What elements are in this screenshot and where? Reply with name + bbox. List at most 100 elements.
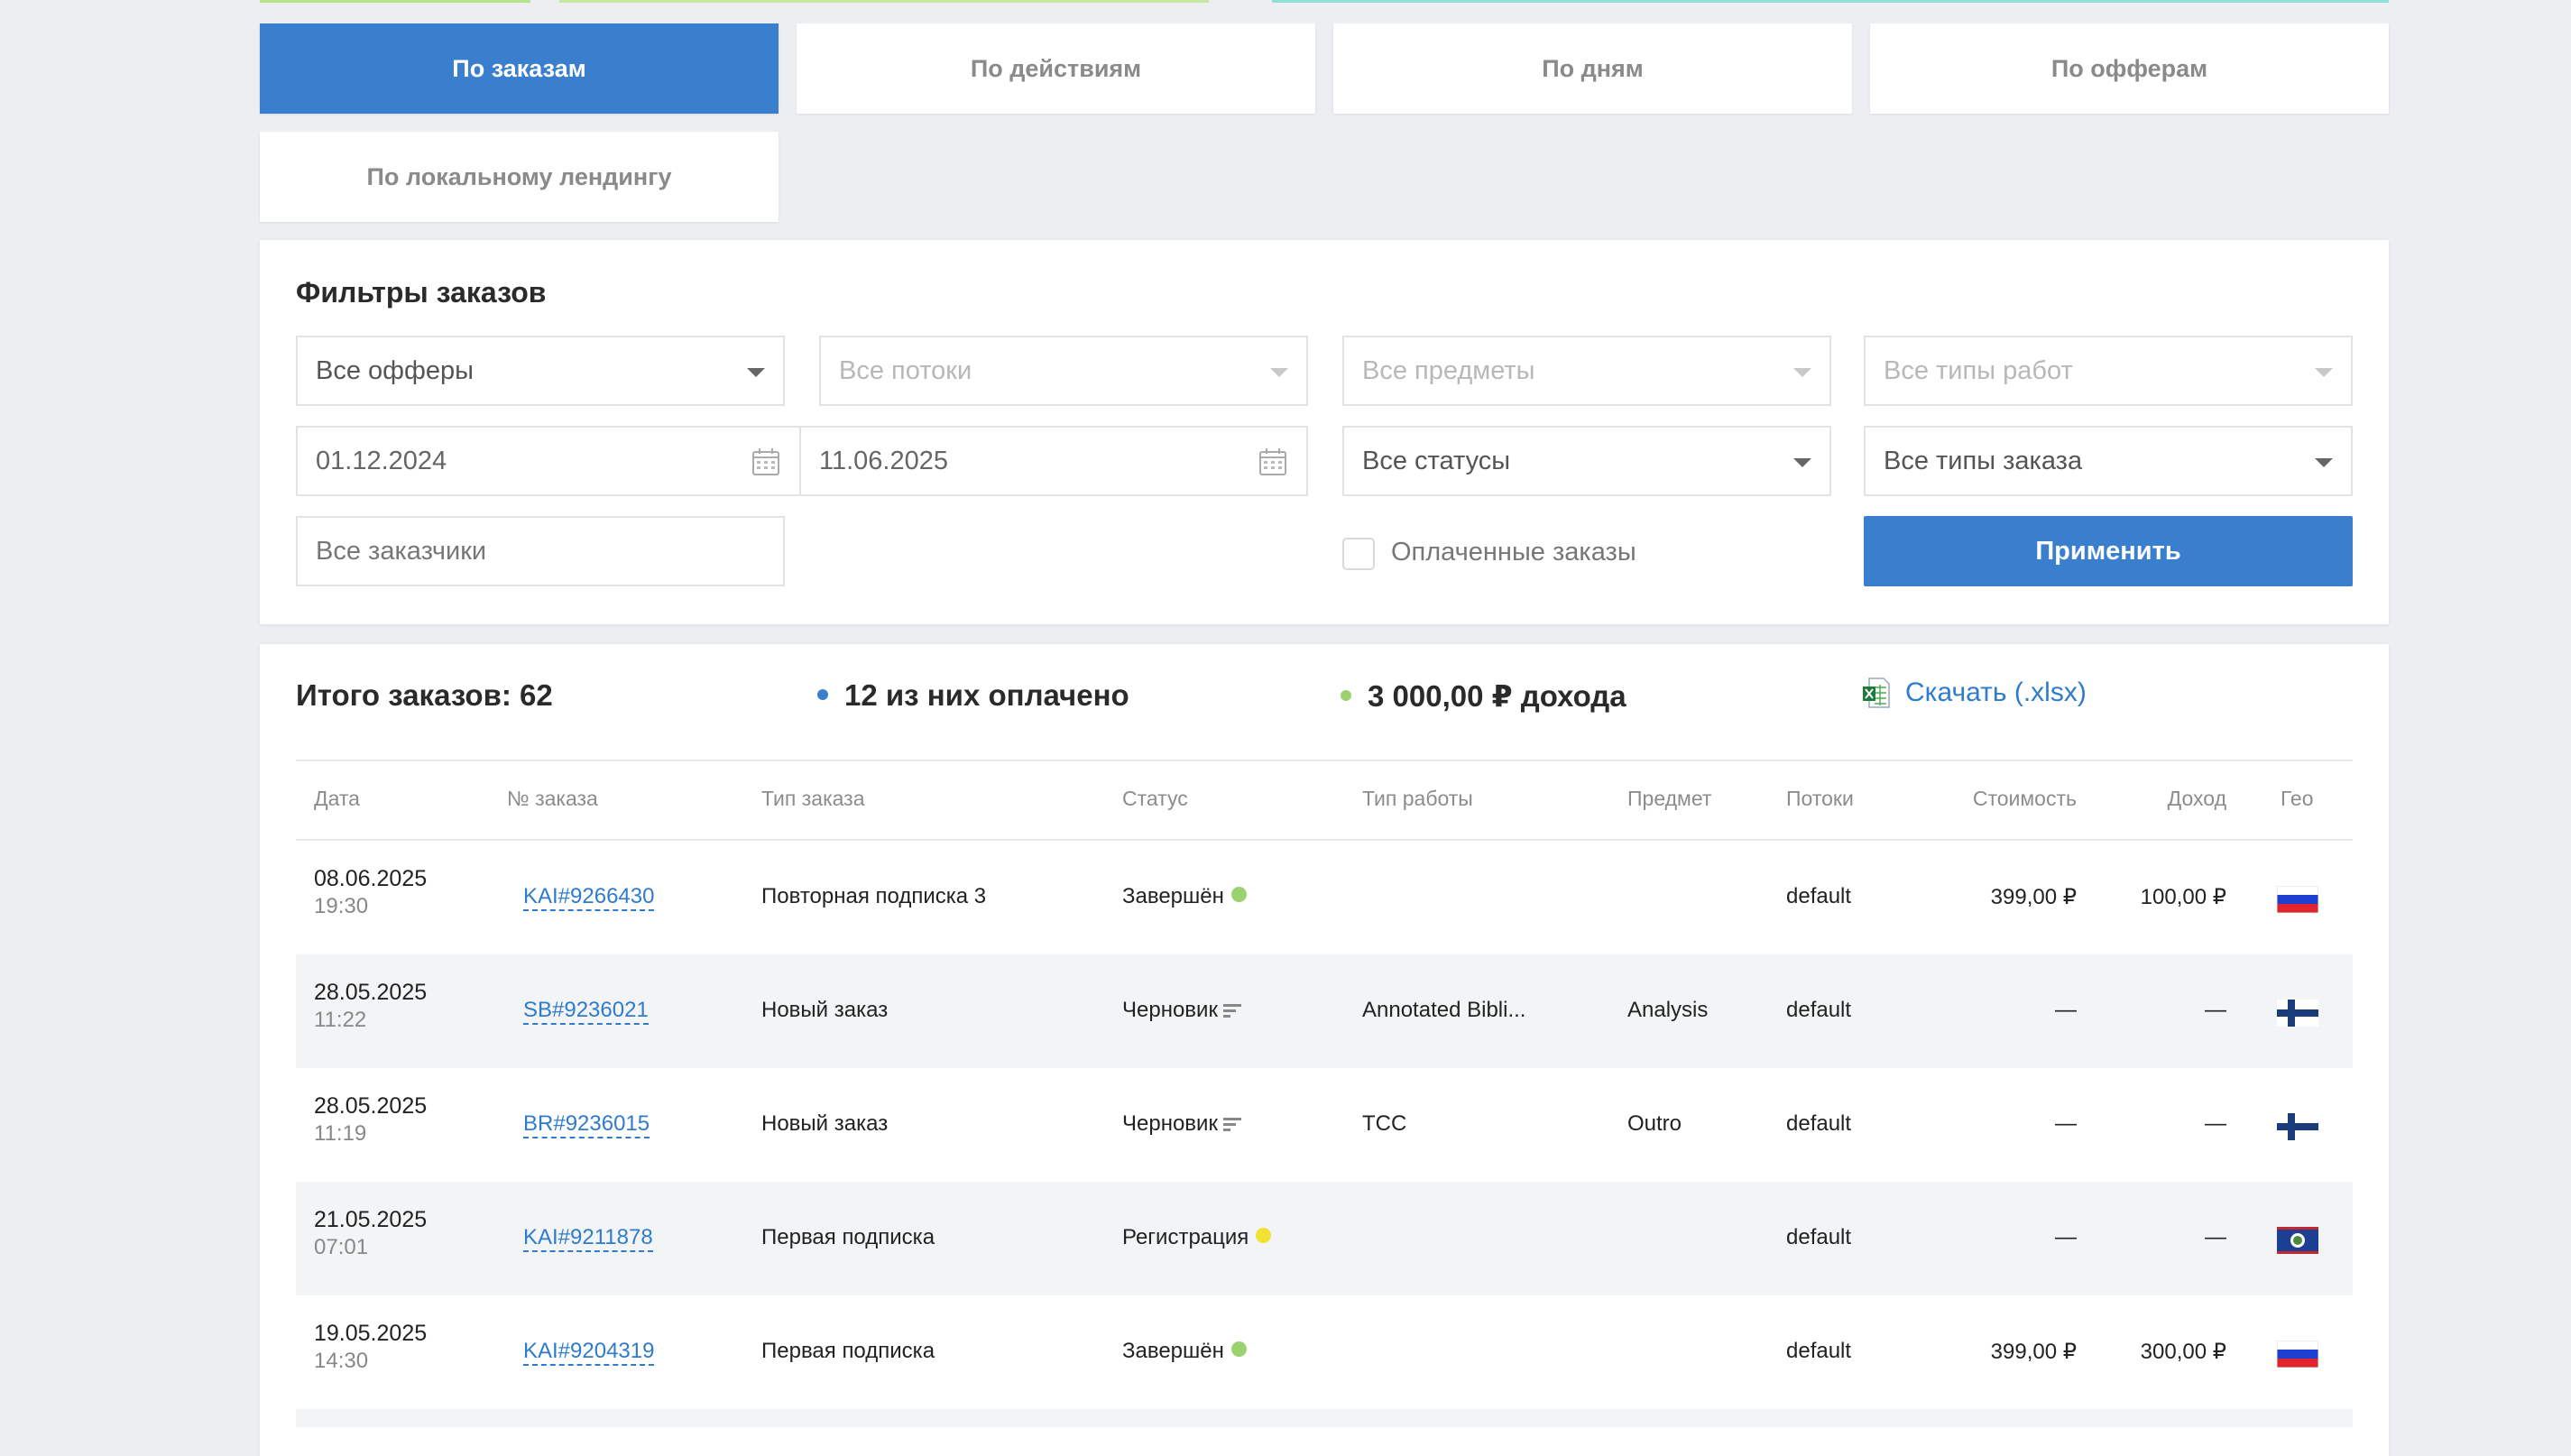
row-order-cell: KAI#9211878 — [523, 1225, 653, 1252]
order-types-select-value: Все типы заказа — [1884, 446, 2083, 475]
row-status: Регистрация — [1122, 1225, 1272, 1250]
apply-button[interactable]: Применить — [1864, 516, 2353, 586]
row-order-cell: BR#9236015 — [523, 1111, 650, 1138]
calendar-icon[interactable] — [1258, 447, 1288, 477]
calendar-icon[interactable] — [751, 447, 781, 477]
top-bar-segment — [1272, 0, 2389, 3]
row-cost: 399,00 ₽ — [1990, 1340, 2077, 1364]
row-income: — — [2205, 1225, 2226, 1249]
table-row[interactable]: 28.05.2025 11:19 BR#9236015 Новый заказ Ч… — [296, 1068, 2353, 1182]
statuses-select[interactable]: Все статусы — [1342, 426, 1831, 496]
row-stream: default — [1786, 884, 1852, 908]
income-dot-icon — [1341, 690, 1351, 702]
col-subject[interactable]: Предмет — [1627, 787, 1711, 811]
row-order-type: Новый заказ — [761, 1111, 889, 1136]
order-number-link[interactable]: BR#9236015 — [523, 1111, 650, 1138]
paid-orders-summary: 12 из них оплачено — [817, 678, 1129, 713]
row-status-text: Регистрация — [1122, 1225, 1249, 1249]
row-date-time: 19:30 — [314, 894, 369, 918]
table-row[interactable]: 21.05.2025 07:01 KAI#9211878 Первая подпи… — [296, 1182, 2353, 1295]
chevron-down-icon — [1793, 458, 1811, 467]
row-status: Черновик — [1122, 1111, 1241, 1137]
table-row[interactable] — [296, 1409, 2353, 1427]
row-date-time: 14:30 — [314, 1349, 369, 1373]
yellow-dot-icon — [1256, 1228, 1272, 1244]
chevron-down-icon — [2315, 368, 2333, 377]
tab-by-local-landing[interactable]: По локальному лендингу — [260, 132, 779, 222]
col-order-number[interactable]: № заказа — [507, 787, 598, 811]
offers-select[interactable]: Все офферы — [296, 336, 785, 406]
streams-select-value: Все потоки — [839, 355, 972, 385]
row-cost: — — [2055, 1111, 2077, 1136]
tab-by-offers[interactable]: По офферам — [1870, 23, 2389, 114]
green-dot-icon — [1230, 887, 1247, 903]
col-streams[interactable]: Потоки — [1786, 787, 1854, 811]
total-orders: Итого заказов: 62 — [296, 678, 553, 712]
customers-input[interactable]: Все заказчики — [296, 516, 785, 586]
table-row[interactable]: 19.05.2025 14:30 KAI#9204319 Первая подпи… — [296, 1295, 2353, 1409]
row-date: 28.05.2025 11:22 — [314, 980, 427, 1033]
col-income[interactable]: Доход — [2168, 787, 2226, 811]
row-date: 21.05.2025 07:01 — [314, 1207, 427, 1260]
col-date[interactable]: Дата — [314, 787, 360, 811]
row-cost: 399,00 ₽ — [1990, 885, 2077, 909]
subjects-select-value: Все предметы — [1362, 355, 1535, 385]
row-date-time: 11:19 — [314, 1121, 367, 1146]
work-types-select[interactable]: Все типы работ — [1864, 336, 2353, 406]
row-date: 08.06.2025 19:30 — [314, 866, 427, 919]
row-date-day: 19.05.2025 — [314, 1321, 428, 1346]
order-types-select[interactable]: Все типы заказа — [1864, 426, 2353, 496]
col-status[interactable]: Статус — [1122, 787, 1188, 811]
row-income: 100,00 ₽ — [2140, 885, 2226, 909]
row-stream: default — [1786, 1225, 1852, 1249]
table-row[interactable]: 28.05.2025 11:22 SB#9236021 Новый заказ Ч… — [296, 954, 2353, 1068]
paid-orders-label[interactable]: Оплаченные заказы — [1391, 538, 1636, 567]
row-status-text: Черновик — [1122, 1111, 1218, 1136]
date-from-input[interactable]: 01.12.2024 — [296, 426, 801, 496]
order-number-link[interactable]: KAI#9266430 — [523, 884, 655, 911]
row-cost: — — [2055, 1225, 2077, 1249]
col-order-type[interactable]: Тип заказа — [761, 787, 865, 811]
chevron-down-icon — [2315, 458, 2333, 467]
fi-flag-icon — [2277, 1000, 2318, 1027]
date-to-input[interactable]: 11.06.2025 — [799, 426, 1308, 496]
row-date-time: 11:22 — [314, 1008, 367, 1032]
paid-orders-checkbox[interactable] — [1342, 538, 1375, 570]
order-number-link[interactable]: KAI#9204319 — [523, 1339, 655, 1366]
tab-by-days[interactable]: По дням — [1333, 23, 1852, 114]
date-to-value: 11.06.2025 — [819, 446, 948, 475]
row-work-type: Annotated Bibli... — [1362, 998, 1526, 1022]
col-geo[interactable]: Гео — [2281, 787, 2314, 811]
customers-input-value: Все заказчики — [316, 536, 487, 566]
row-order-cell: KAI#9204319 — [523, 1339, 655, 1366]
top-progress-bars — [260, 0, 2389, 4]
orders-results-panel: Итого заказов: 62 12 из них оплачено 3 0… — [260, 644, 2389, 1456]
chevron-down-icon — [1270, 368, 1288, 377]
subjects-select[interactable]: Все предметы — [1342, 336, 1831, 406]
row-status-text: Завершён — [1122, 1339, 1224, 1363]
top-bar-segment — [559, 0, 1209, 3]
col-work-type[interactable]: Тип работы — [1362, 787, 1473, 811]
chevron-down-icon — [1793, 368, 1811, 377]
order-number-link[interactable]: SB#9236021 — [523, 998, 649, 1025]
table-row[interactable]: 08.06.2025 19:30 KAI#9266430 Повторная по… — [296, 841, 2353, 954]
tab-by-actions[interactable]: По действиям — [797, 23, 1315, 114]
row-order-type: Новый заказ — [761, 998, 889, 1022]
draft-icon — [1222, 1003, 1241, 1018]
row-income: 300,00 ₽ — [2140, 1340, 2226, 1364]
work-types-select-value: Все типы работ — [1884, 355, 2073, 385]
row-date-day: 28.05.2025 — [314, 980, 428, 1005]
streams-select[interactable]: Все потоки — [819, 336, 1308, 406]
ru-flag-icon — [2277, 1341, 2318, 1368]
row-subject: Outro — [1627, 1111, 1682, 1136]
row-work-type: TCC — [1362, 1111, 1407, 1136]
order-number-link[interactable]: KAI#9211878 — [523, 1225, 653, 1252]
orders-table: Дата № заказа Тип заказа Статус Тип рабо… — [296, 760, 2353, 1427]
order-filters-panel: Фильтры заказов Все офферы Все потоки Вс… — [260, 240, 2389, 624]
tab-by-orders[interactable]: По заказам — [260, 23, 779, 114]
download-xlsx-link[interactable]: Скачать (.xlsx) — [1862, 677, 2087, 709]
col-cost[interactable]: Стоимость — [1973, 787, 2077, 811]
row-order-cell: KAI#9266430 — [523, 884, 655, 911]
bz-flag-icon — [2277, 1227, 2318, 1254]
statuses-select-value: Все статусы — [1362, 446, 1511, 475]
